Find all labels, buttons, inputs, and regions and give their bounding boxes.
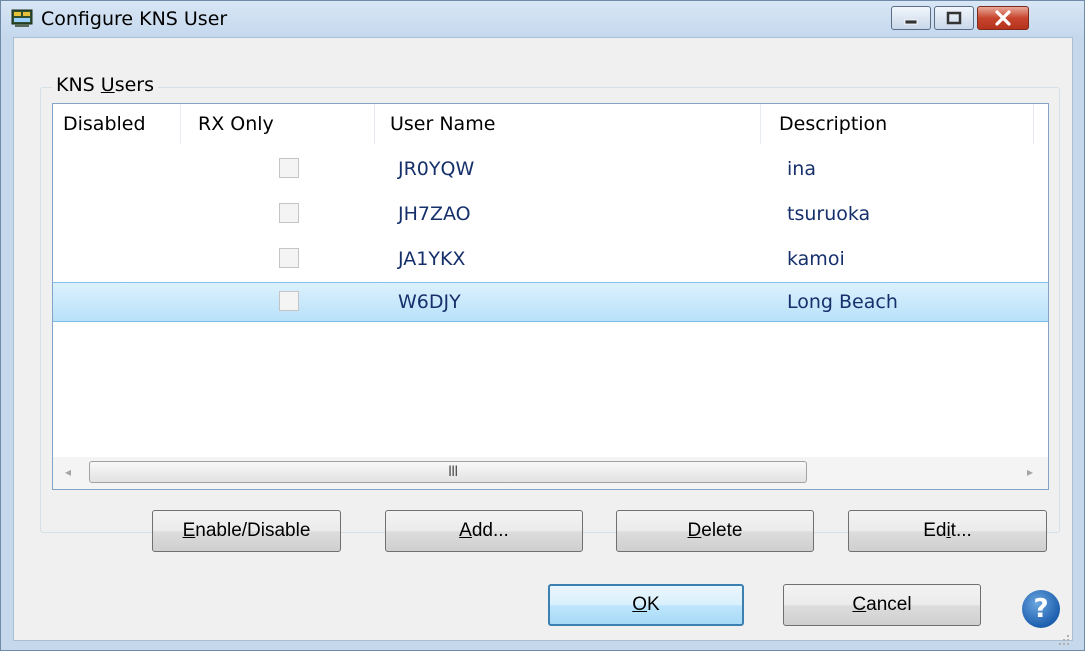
mnemonic: E [182,520,196,541]
mnemonic: A [459,520,472,541]
scrollbar-thumb[interactable]: III [89,461,807,483]
close-icon [995,10,1011,26]
description-cell: Long Beach [787,291,898,313]
button-label: ancel [866,594,912,615]
column-header-description[interactable]: Description [779,112,887,136]
button-label: t... [950,520,972,541]
column-separator[interactable] [760,104,761,144]
rx-only-checkbox[interactable] [279,203,299,223]
group-label-prefix: KNS [56,74,101,96]
column-separator[interactable] [374,104,375,144]
group-label-mnemonic: U [100,74,115,96]
close-button[interactable] [977,6,1029,30]
scroll-right-arrow-icon[interactable]: ▸ [1027,465,1033,479]
column-separator[interactable] [180,104,181,144]
horizontal-scrollbar[interactable]: ◂ III ▸ [53,457,1048,489]
button-label: K [647,594,660,615]
table-row[interactable]: JR0YQW ina [53,149,1048,189]
column-header-disabled[interactable]: Disabled [63,112,146,136]
title-bar[interactable]: Configure KNS User [1,1,1084,35]
help-icon[interactable]: ? [1022,590,1060,628]
maximize-icon [946,11,962,25]
column-header-rx-only[interactable]: RX Only [198,112,274,136]
column-header-user-name[interactable]: User Name [390,112,495,136]
rx-only-checkbox[interactable] [279,291,299,311]
button-label: nable/Disable [195,520,311,541]
minimize-icon [904,19,918,25]
mnemonic: O [632,594,648,615]
window-title: Configure KNS User [41,8,228,30]
minimize-button[interactable] [891,6,931,30]
group-label-rest: sers [114,74,155,96]
button-label: elete [701,520,743,541]
rx-only-checkbox[interactable] [279,158,299,178]
scroll-left-arrow-icon[interactable]: ◂ [65,465,71,479]
ok-button[interactable]: OK [548,584,744,626]
table-row[interactable]: JH7ZAO tsuruoka [53,194,1048,234]
user-name-cell: W6DJY [398,291,461,313]
cancel-button[interactable]: Cancel [783,584,981,626]
scrollbar-grip-icon: III [448,464,458,480]
user-name-cell: JA1YKX [398,248,466,270]
button-label: dd... [471,520,509,541]
description-cell: kamoi [787,248,845,270]
add-button[interactable]: Add... [385,510,583,552]
user-name-cell: JH7ZAO [398,203,471,225]
users-list-view[interactable]: Disabled RX Only User Name Description J… [52,103,1049,490]
button-label: Ed [923,520,947,541]
app-icon [11,9,33,27]
description-cell: ina [787,158,816,180]
edit-button[interactable]: Edit... [848,510,1047,552]
delete-button[interactable]: Delete [616,510,814,552]
enable-disable-button[interactable]: Enable/Disable [152,510,341,552]
mnemonic: C [852,594,867,615]
user-name-cell: JR0YQW [398,158,475,180]
rx-only-checkbox[interactable] [279,248,299,268]
resize-grip-icon[interactable] [1052,628,1072,648]
maximize-button[interactable] [934,6,974,30]
mnemonic: D [687,520,702,541]
kns-users-group-label: KNS Users [52,73,159,97]
table-row[interactable]: JA1YKX kamoi [53,239,1048,279]
column-separator[interactable] [1033,104,1034,144]
table-row-selected[interactable]: W6DJY Long Beach [53,282,1048,322]
description-cell: tsuruoka [787,203,871,225]
